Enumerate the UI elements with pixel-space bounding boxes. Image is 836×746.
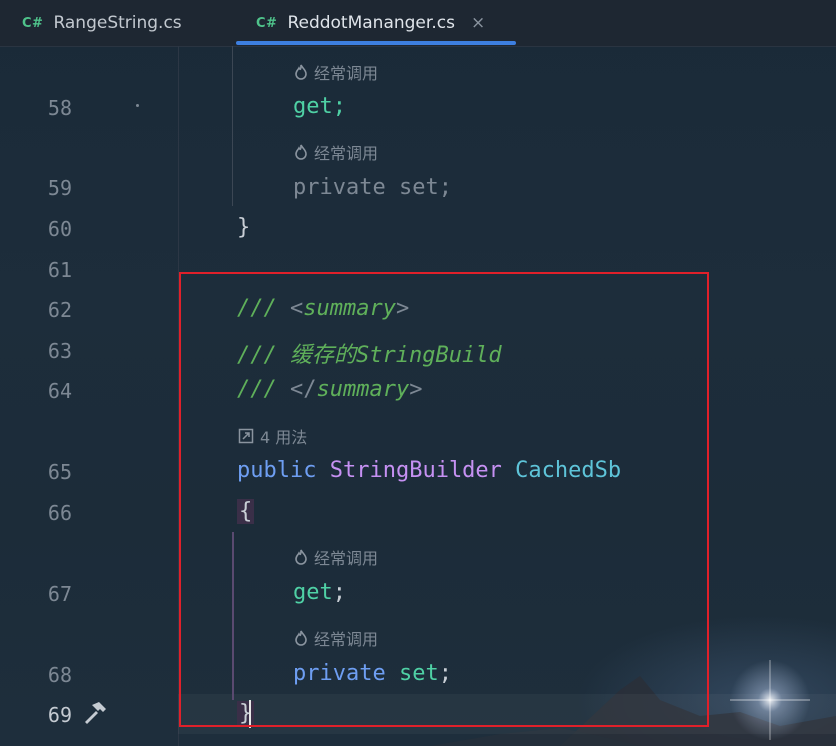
code-vision-hint[interactable]: 经常调用 xyxy=(294,60,378,84)
line-number: 68 xyxy=(47,663,72,687)
code-text: set; xyxy=(385,175,452,200)
tab-label: RangeString.cs xyxy=(53,13,182,33)
close-icon[interactable]: × xyxy=(471,13,485,33)
code-line-58: get; xyxy=(293,94,346,119)
csharp-file-icon: C# xyxy=(256,15,278,31)
code-line-60: } xyxy=(237,215,251,240)
line-number: 60 xyxy=(47,217,72,241)
gutter-marker xyxy=(136,104,139,107)
line-number: 59 xyxy=(47,176,72,200)
tab-label: ReddotMananger.cs xyxy=(287,13,455,33)
line-number: 65 xyxy=(47,460,72,484)
annotation-highlight-box xyxy=(179,272,709,727)
keyword-private: private xyxy=(293,175,386,200)
line-number: 62 xyxy=(47,298,72,322)
hint-text: 经常调用 xyxy=(314,144,379,163)
csharp-file-icon: C# xyxy=(22,15,44,31)
flame-icon xyxy=(295,64,307,80)
line-number: 63 xyxy=(47,339,72,363)
line-number: 58 xyxy=(47,96,72,120)
active-tab-indicator xyxy=(236,41,516,45)
tab-range-string[interactable]: C# RangeString.cs xyxy=(22,0,182,46)
line-number: 64 xyxy=(47,379,72,403)
indent-guide xyxy=(232,46,233,206)
hint-text: 经常调用 xyxy=(314,64,379,83)
line-number: 67 xyxy=(47,582,72,606)
code-line-59: private set; xyxy=(293,175,452,200)
line-number: 66 xyxy=(47,501,72,525)
flame-icon xyxy=(295,144,307,160)
tab-reddot-manager[interactable]: C# ReddotMananger.cs × xyxy=(256,0,485,46)
editor-tab-bar: C# RangeString.cs C# ReddotMananger.cs × xyxy=(0,0,836,47)
code-vision-hint[interactable]: 经常调用 xyxy=(294,140,378,164)
line-number: 61 xyxy=(47,258,72,282)
hammer-icon[interactable] xyxy=(82,700,108,726)
line-number: 69 xyxy=(47,703,72,727)
